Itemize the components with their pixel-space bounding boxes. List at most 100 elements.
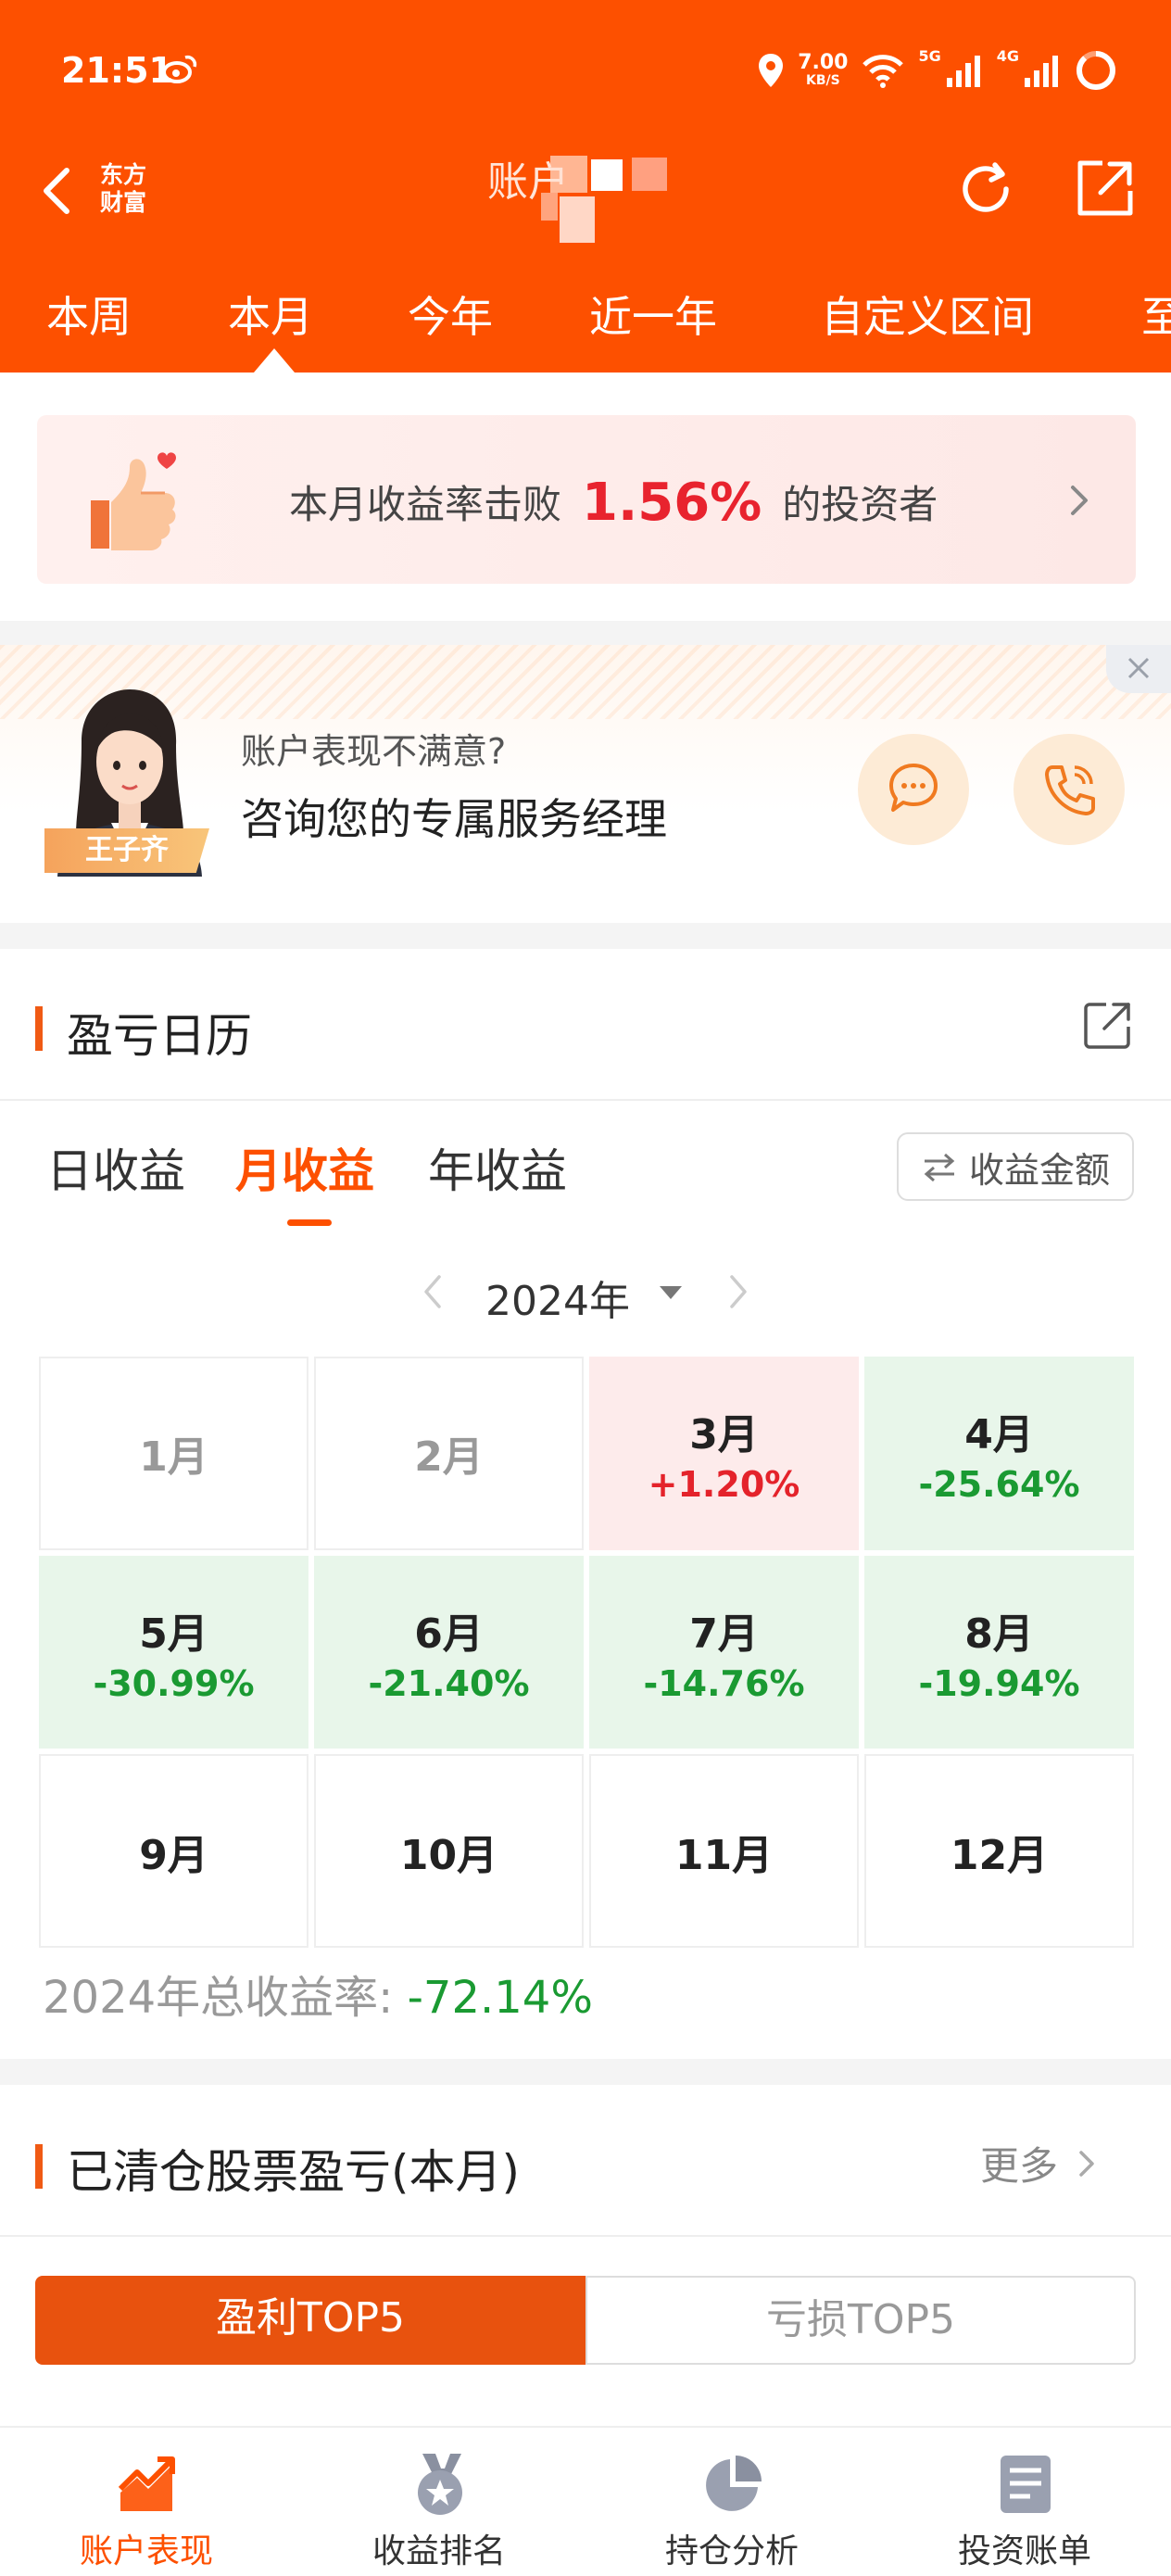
service-subtitle: 账户表现不满意?: [241, 731, 507, 772]
month-grid: 1月 2月 3月 +1.20% 4月 -25.64% 5月 -30.99% 6月 -21.40% 7…: [39, 1357, 1134, 1948]
month-rate: -21.40%: [368, 1662, 530, 1704]
segment-profit-top5[interactable]: 盈利TOP5: [35, 2276, 586, 2365]
month-label: 8月: [964, 1610, 1034, 1658]
month-label: 7月: [689, 1610, 759, 1658]
tab-custom-range[interactable]: 自定义区间: [821, 284, 1034, 345]
beat-suffix: 的投资者: [782, 482, 938, 527]
status-time: 21:51: [61, 50, 173, 91]
chevron-right-icon: [1079, 2150, 1094, 2177]
tab-yearly-return[interactable]: 年收益: [428, 1134, 567, 1201]
beat-rate: 1.56%: [582, 473, 762, 533]
tab-this-month[interactable]: 本月: [228, 284, 313, 345]
month-cell[interactable]: 10月: [314, 1754, 584, 1948]
app-logo: 东方 财富: [93, 161, 154, 221]
account-title: 账户: [482, 145, 695, 246]
amount-toggle-label: 收益金额: [968, 1149, 1110, 1191]
month-cell[interactable]: 3月 +1.20%: [589, 1357, 859, 1550]
month-label: 9月: [139, 1831, 208, 1879]
year-total: 2024年总收益率: -72.14%: [43, 1961, 593, 2026]
month-cell[interactable]: 7月 -14.76%: [589, 1555, 859, 1749]
net-speed: 7.00 KB/S: [798, 51, 849, 89]
sim2-tag: 4G: [996, 46, 1019, 65]
month-label: 5月: [139, 1610, 208, 1658]
month-cell[interactable]: 5月 -30.99%: [39, 1555, 308, 1749]
pie-chart-icon: [706, 2456, 762, 2511]
month-cell[interactable]: 1月: [39, 1357, 308, 1550]
phone-button[interactable]: [1014, 734, 1125, 845]
back-button[interactable]: [33, 161, 89, 221]
section-accent-bar: [35, 2144, 43, 2189]
segment-loss-top5[interactable]: 亏损TOP5: [586, 2276, 1136, 2365]
tab-since-open[interactable]: 至: [1141, 284, 1171, 345]
sim1-tag: 5G: [918, 46, 941, 65]
cleared-stocks-card: 已清仓股票盈亏(本月) 更多 盈利TOP5 亏损TOP5: [0, 2085, 1171, 2428]
chevron-right-icon: [1071, 486, 1088, 515]
close-button[interactable]: [1106, 645, 1171, 693]
bottom-nav: 账户表现 收益排名 持仓分析 投资账单: [0, 2426, 1171, 2576]
month-rate: -14.76%: [643, 1662, 805, 1704]
prev-year-button[interactable]: [422, 1273, 445, 1310]
more-label: 更多: [979, 2143, 1058, 2189]
app-header: 21:51 7.00 KB/S 5G 4G 东方 财富 账户 本周 本月 今年 …: [0, 0, 1171, 373]
battery-ring-icon: [1077, 51, 1115, 90]
pnl-calendar-card: 盈亏日历 日收益 月收益 年收益 收益金额 2024年 1月 2月 3月 +1.20%…: [0, 949, 1171, 2059]
month-cell[interactable]: 11月: [589, 1754, 859, 1948]
document-icon: [1001, 2456, 1051, 2513]
month-cell[interactable]: 8月 -19.94%: [864, 1555, 1134, 1749]
month-label: 2月: [414, 1433, 484, 1482]
swap-icon: [924, 1153, 955, 1181]
month-label: 11月: [674, 1831, 774, 1879]
amount-toggle-button[interactable]: 收益金额: [897, 1132, 1134, 1201]
signal-icon: [946, 56, 980, 87]
beat-prefix: 本月收益率击败: [289, 482, 562, 527]
nav-holding-analysis[interactable]: 持仓分析: [586, 2428, 878, 2576]
nav-label: 投资账单: [957, 2532, 1091, 2570]
month-cell[interactable]: 4月 -25.64%: [864, 1357, 1134, 1550]
medal-icon: [418, 2454, 462, 2515]
refresh-button[interactable]: [954, 158, 1017, 221]
year-label[interactable]: 2024年: [485, 1268, 630, 1327]
month-cell[interactable]: 9月: [39, 1754, 308, 1948]
tab-daily-return[interactable]: 日收益: [46, 1134, 185, 1201]
cleared-stocks-title: 已清仓股票盈亏(本月): [67, 2145, 521, 2199]
section-accent-bar: [35, 1006, 43, 1051]
share-button[interactable]: [1075, 158, 1136, 219]
tab-last-year[interactable]: 近一年: [589, 284, 717, 345]
month-label: 12月: [950, 1831, 1049, 1879]
signal-icon-2: [1025, 56, 1058, 87]
month-cell[interactable]: 12月: [864, 1754, 1134, 1948]
month-rate: -19.94%: [918, 1662, 1080, 1704]
period-tabs: 本周 本月 今年 近一年 自定义区间 至: [0, 274, 1171, 358]
year-dropdown-caret[interactable]: [660, 1286, 682, 1299]
nav-return-ranking[interactable]: 收益排名: [293, 2428, 586, 2576]
location-icon: [759, 54, 784, 87]
tab-this-year[interactable]: 今年: [408, 284, 493, 345]
more-link[interactable]: 更多: [980, 2135, 1097, 2191]
logo-line2: 财富: [99, 189, 146, 216]
wifi-icon: [863, 55, 904, 88]
chat-button[interactable]: [858, 734, 969, 845]
tab-monthly-return[interactable]: 月收益: [235, 1134, 374, 1201]
nav-label: 持仓分析: [664, 2532, 799, 2570]
top-nav: 东方 财富 账户: [0, 139, 1171, 250]
month-rate: -25.64%: [918, 1464, 1080, 1506]
export-button[interactable]: [1082, 999, 1134, 1051]
month-cell[interactable]: 2月: [314, 1357, 584, 1550]
beat-banner[interactable]: 本月收益率击败 1.56% 的投资者: [37, 415, 1136, 584]
next-year-button[interactable]: [726, 1273, 749, 1310]
tab-this-week[interactable]: 本周: [46, 284, 132, 345]
year-total-value: -72.14%: [407, 1972, 593, 2024]
chat-bubble-icon: [889, 764, 938, 812]
month-cell[interactable]: 6月 -21.40%: [314, 1555, 584, 1749]
nav-account-performance[interactable]: 账户表现: [0, 2428, 293, 2576]
manager-name: 王子齐: [44, 828, 209, 873]
active-mode-underline: [287, 1219, 332, 1226]
year-total-label: 2024年总收益率:: [43, 1972, 394, 2024]
month-label: 10月: [399, 1831, 498, 1879]
trend-chart-icon: [118, 2456, 175, 2511]
divider: [0, 2235, 1171, 2237]
weibo-icon: [162, 55, 197, 83]
nav-investment-bill[interactable]: 投资账单: [878, 2428, 1171, 2576]
year-selector: 2024年: [408, 1260, 760, 1325]
net-speed-value: 7.00: [798, 51, 849, 74]
